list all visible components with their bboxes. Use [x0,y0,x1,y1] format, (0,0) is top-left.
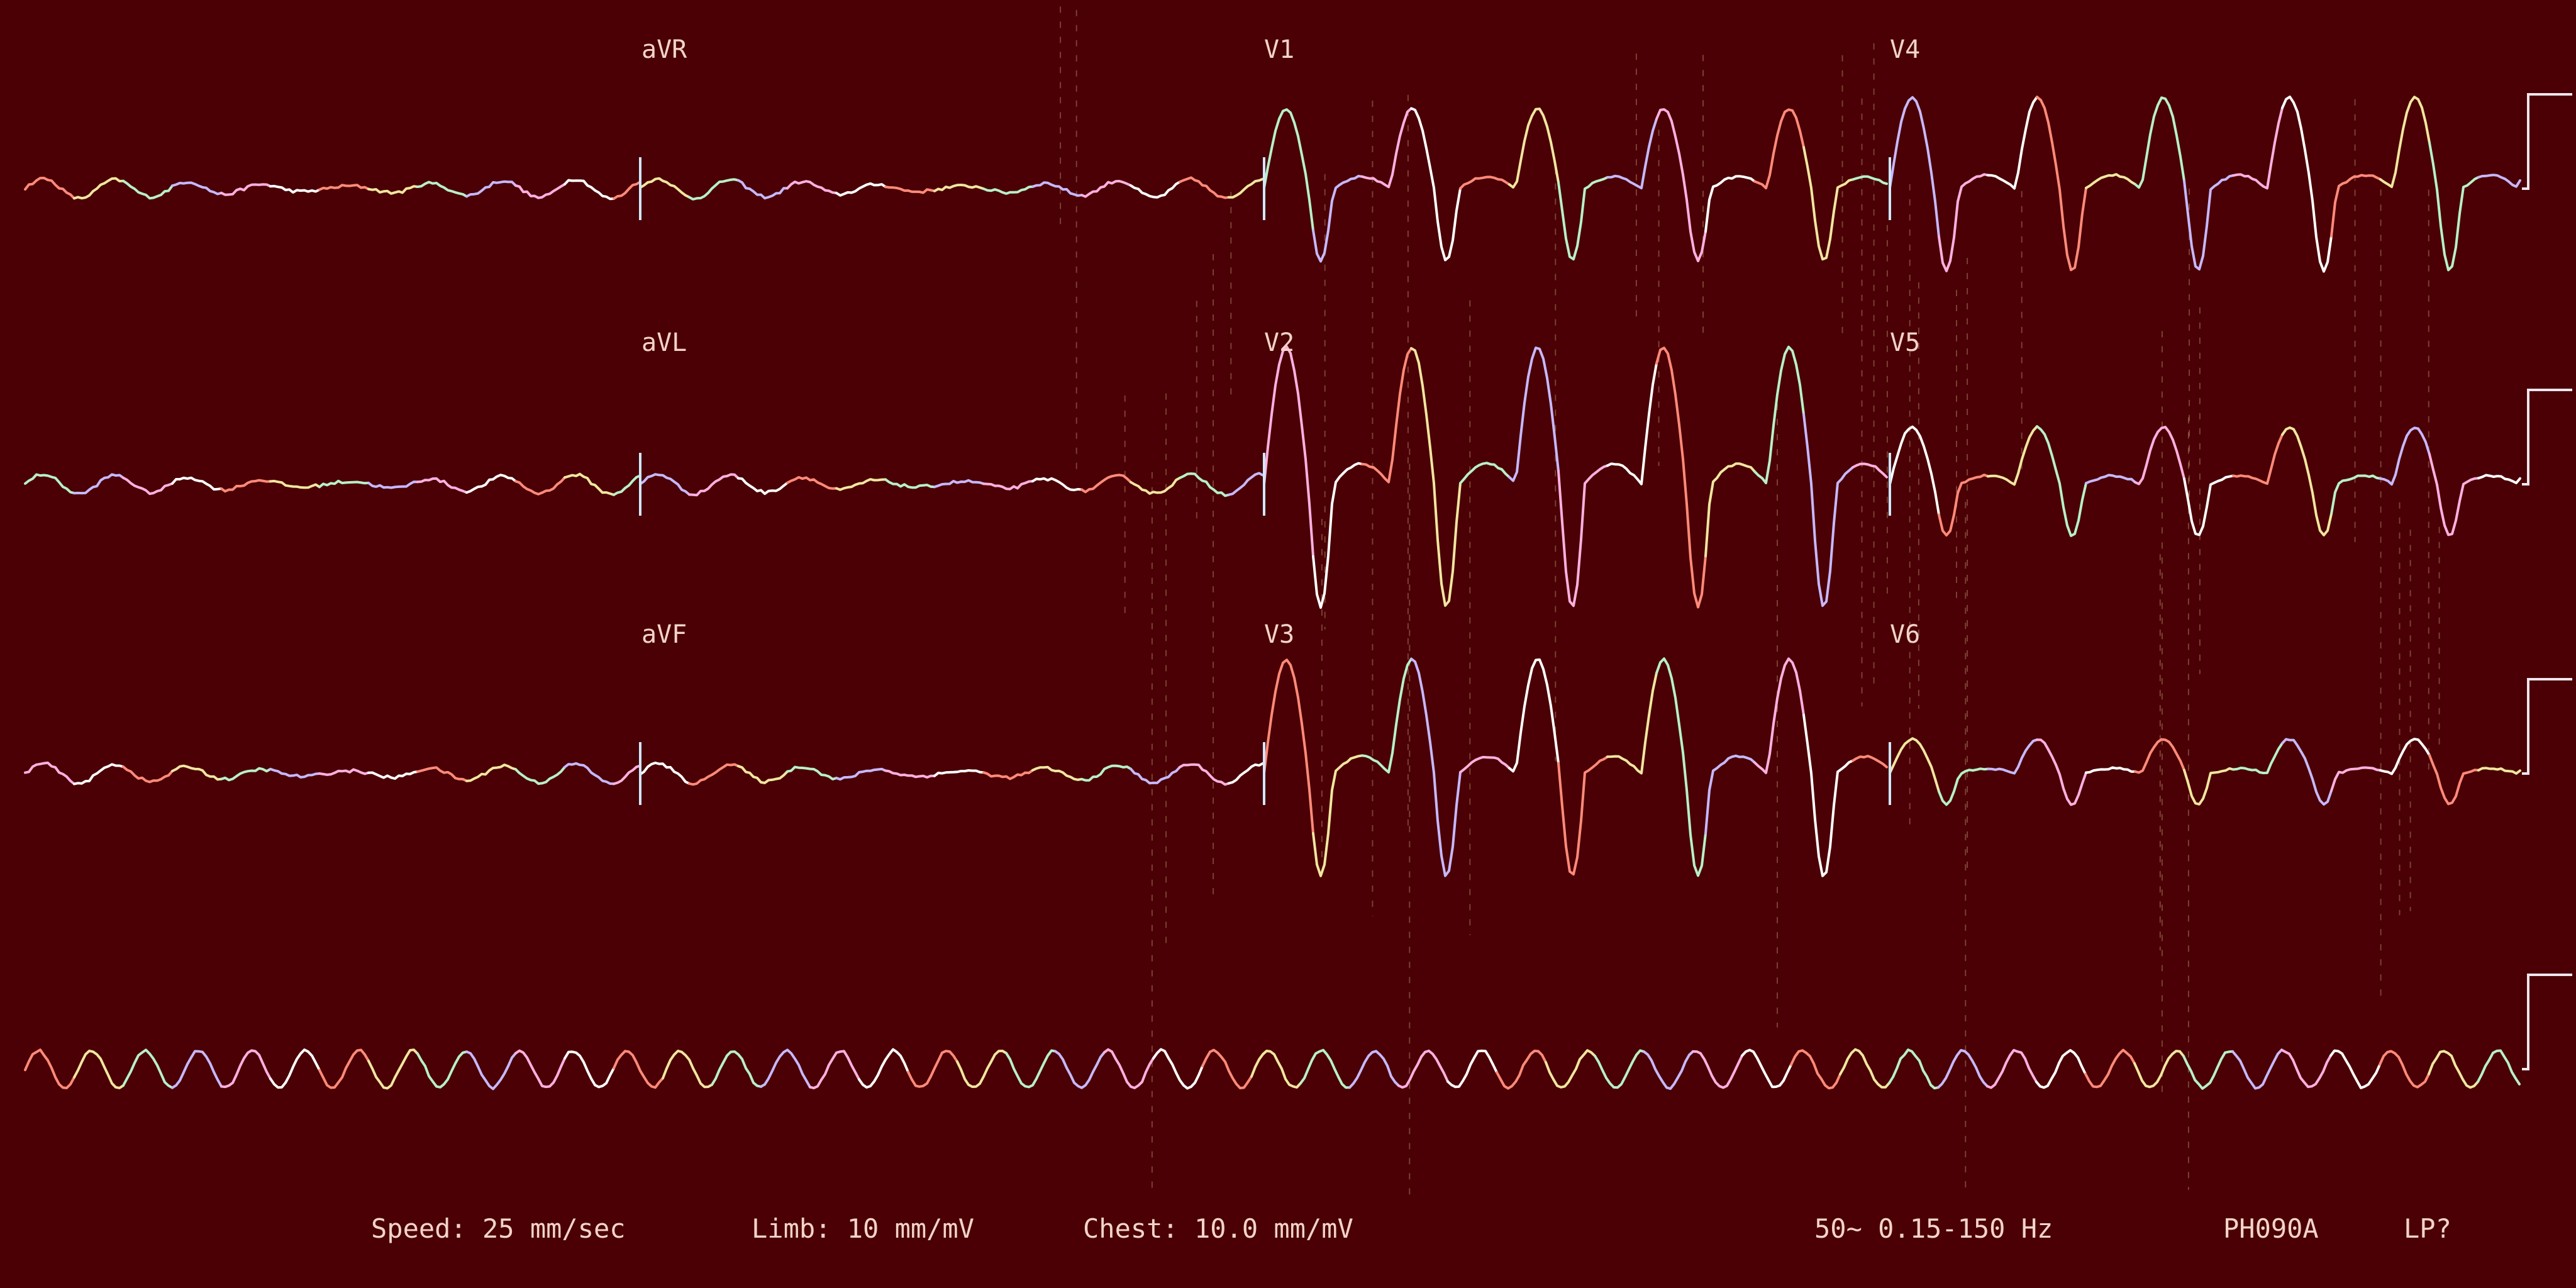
lead-label-v1: V1 [1264,35,1294,64]
lead-label-avf: aVF [641,620,687,649]
filter-setting: 50~ 0.15-150 Hz [1814,1213,2053,1244]
lead-label-avl: aVL [641,328,687,357]
lead-label-avr: aVR [641,35,687,64]
limb-setting: Limb: 10 mm/mV [752,1213,974,1244]
lead-label-v2: V2 [1264,328,1294,357]
lead-label-v4: V4 [1890,35,1920,64]
device-code: PH090A [2223,1213,2319,1244]
lead-label-v5: V5 [1890,328,1920,357]
mode-code: LP? [2404,1213,2451,1244]
ecg-chart: aVR V1 V4 aVL V2 V5 aVF V3 V6 Speed: 25 … [0,0,2576,1288]
chest-setting: Chest: 10.0 mm/mV [1083,1213,1353,1244]
speed-setting: Speed: 25 mm/sec [371,1213,626,1244]
lead-label-v3: V3 [1264,620,1294,649]
lead-label-v6: V6 [1890,620,1920,649]
